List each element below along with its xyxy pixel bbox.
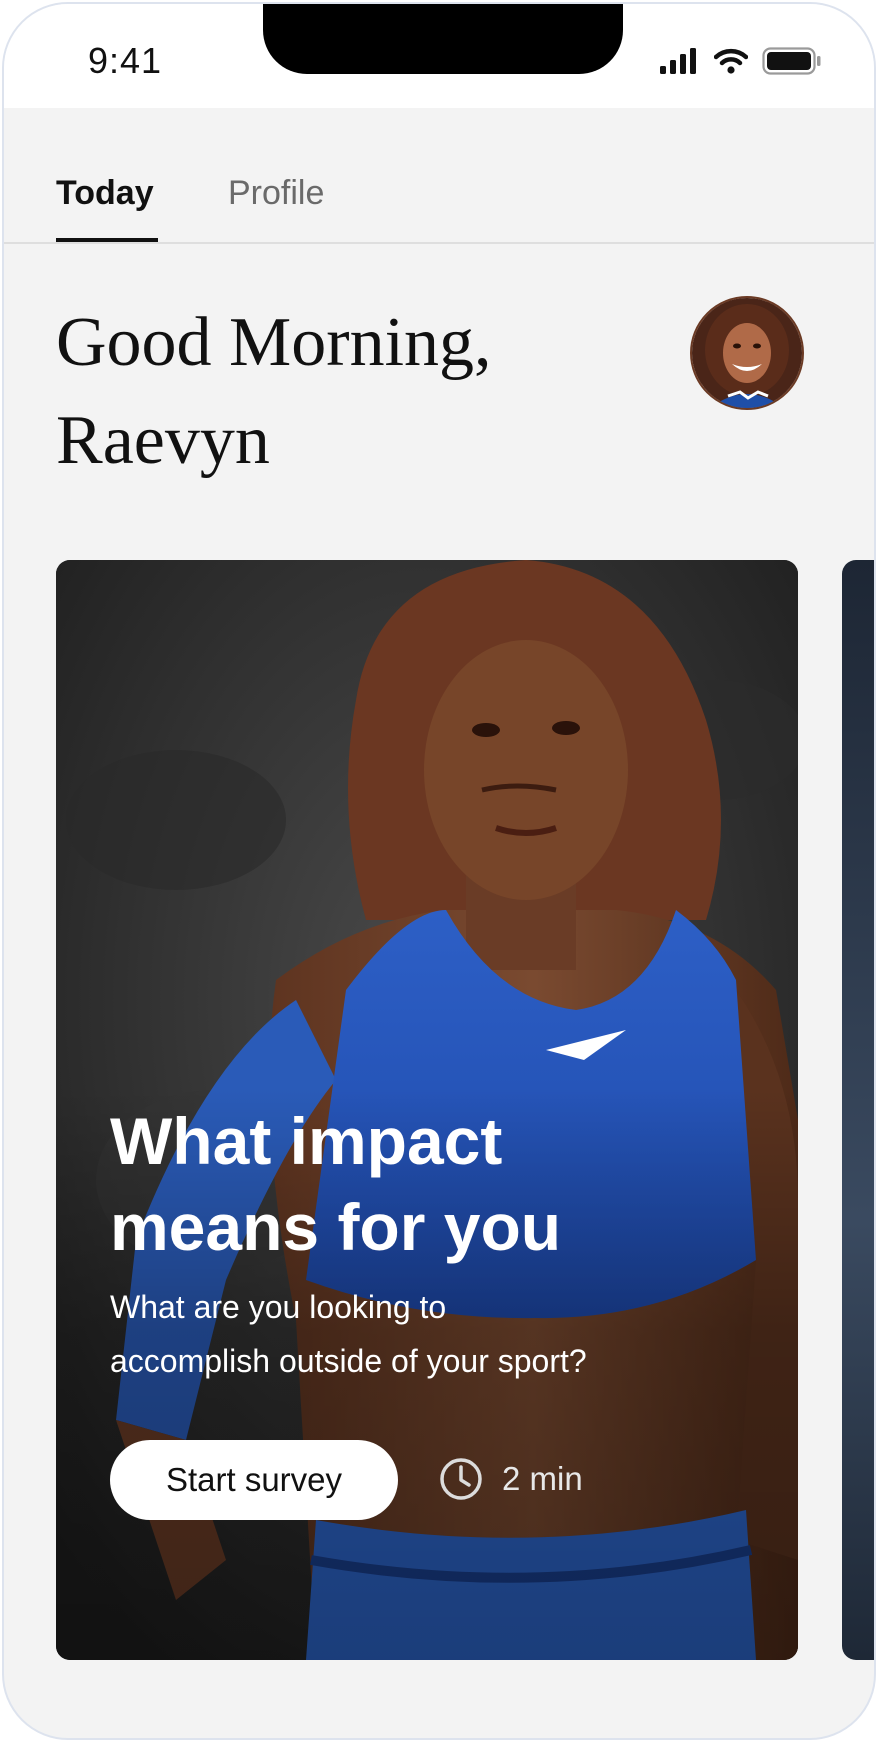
- card-subtitle: What are you looking to accomplish outsi…: [110, 1280, 690, 1388]
- card-title-line-1: What impact: [110, 1104, 503, 1178]
- signal-icon: [660, 48, 696, 74]
- next-card-peek[interactable]: [842, 560, 874, 1660]
- status-bar: 9:41: [4, 4, 874, 108]
- greeting-heading: Good Morning, Raevyn: [56, 294, 616, 490]
- tab-bar: Today Profile: [4, 108, 874, 244]
- notch: [263, 4, 623, 74]
- wifi-icon: [714, 48, 748, 74]
- phone-frame: 9:41 Today Profile Good Morning, Raevyn …: [2, 2, 876, 1740]
- card-subtitle-line-1: What are you looking to: [110, 1289, 447, 1325]
- status-time: 9:41: [88, 40, 163, 81]
- avatar[interactable]: [690, 296, 804, 410]
- duration-label: 2 min: [502, 1460, 583, 1497]
- survey-card[interactable]: What impact means for you What are you l…: [56, 560, 798, 1660]
- survey-duration: 2 min: [438, 1456, 583, 1502]
- greeting-user-name: Raevyn: [56, 402, 270, 479]
- tab-profile[interactable]: Profile: [228, 174, 324, 213]
- greeting-line-1: Good Morning,: [56, 304, 492, 381]
- card-title-line-2: means for you: [110, 1190, 562, 1264]
- card-subtitle-line-2: accomplish outside of your sport?: [110, 1343, 587, 1379]
- start-survey-button[interactable]: Start survey: [110, 1440, 398, 1520]
- battery-icon: [762, 47, 821, 75]
- tab-today[interactable]: Today: [56, 174, 154, 213]
- status-icons: [660, 44, 822, 78]
- clock-icon: [440, 1458, 482, 1500]
- card-title: What impact means for you: [110, 1098, 670, 1270]
- avatar-photo: [692, 298, 802, 408]
- active-tab-indicator: [56, 238, 158, 242]
